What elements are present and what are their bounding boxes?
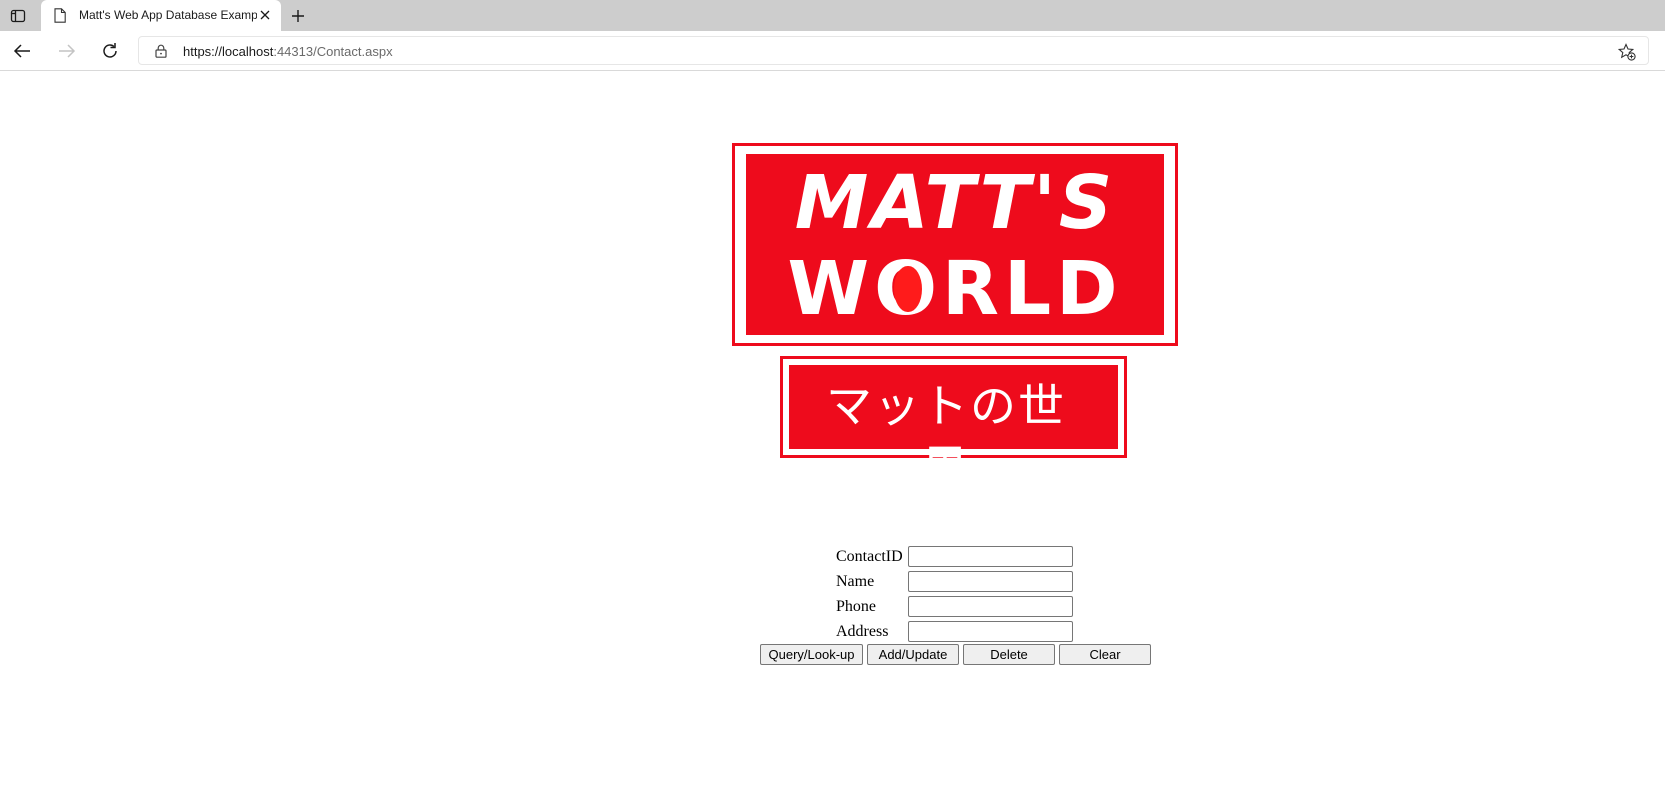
- refresh-icon[interactable]: [98, 40, 122, 62]
- logo-world-o: O: [874, 246, 942, 332]
- tab-strip: Matt's Web App Database Examp: [0, 0, 1665, 31]
- logo-world-w: W: [787, 246, 875, 332]
- add-update-button[interactable]: Add/Update: [867, 644, 959, 665]
- japanese-banner-panel: マットの世界: [789, 365, 1118, 495]
- contactid-input[interactable]: [908, 546, 1073, 567]
- tab-actions-icon[interactable]: [7, 5, 29, 27]
- phone-input[interactable]: [908, 596, 1073, 617]
- delete-button[interactable]: Delete: [963, 644, 1055, 665]
- back-arrow-icon[interactable]: [10, 40, 34, 62]
- logo-red-panel: MATT'S WORLD: [746, 154, 1164, 335]
- query-lookup-button[interactable]: Query/Look-up: [760, 644, 863, 665]
- phone-label: Phone: [836, 598, 876, 615]
- logo-world-rld: RLD: [941, 246, 1123, 332]
- japanese-title-banner: マットの世界: [780, 356, 1127, 495]
- contactid-label: ContactID: [836, 548, 903, 565]
- matts-world-logo: MATT'S WORLD: [732, 143, 1178, 346]
- address-label: Address: [836, 623, 889, 640]
- navigation-bar: https://localhost:44313/Contact.aspx: [0, 31, 1665, 71]
- plus-icon[interactable]: [288, 6, 308, 26]
- page-icon: [54, 8, 66, 23]
- close-icon[interactable]: [257, 7, 273, 23]
- browser-tab[interactable]: Matt's Web App Database Examp: [41, 0, 281, 31]
- japanese-title-text: マットの世界: [826, 379, 1066, 495]
- lock-icon[interactable]: [155, 44, 167, 58]
- name-label: Name: [836, 573, 875, 590]
- tab-title: Matt's Web App Database Examp: [79, 8, 257, 22]
- address-input[interactable]: [908, 621, 1073, 642]
- url-text[interactable]: https://localhost:44313/Contact.aspx: [183, 44, 393, 59]
- logo-line-matts: MATT'S: [794, 160, 1116, 246]
- star-add-icon[interactable]: [1617, 43, 1636, 61]
- logo-line-world: WORLD: [746, 248, 1164, 330]
- clear-button[interactable]: Clear: [1059, 644, 1151, 665]
- address-bar[interactable]: https://localhost:44313/Contact.aspx: [138, 36, 1649, 65]
- url-host: https://localhost: [183, 44, 274, 59]
- forward-arrow-icon[interactable]: [55, 40, 79, 62]
- name-input[interactable]: [908, 571, 1073, 592]
- url-path: :44313/Contact.aspx: [273, 44, 393, 59]
